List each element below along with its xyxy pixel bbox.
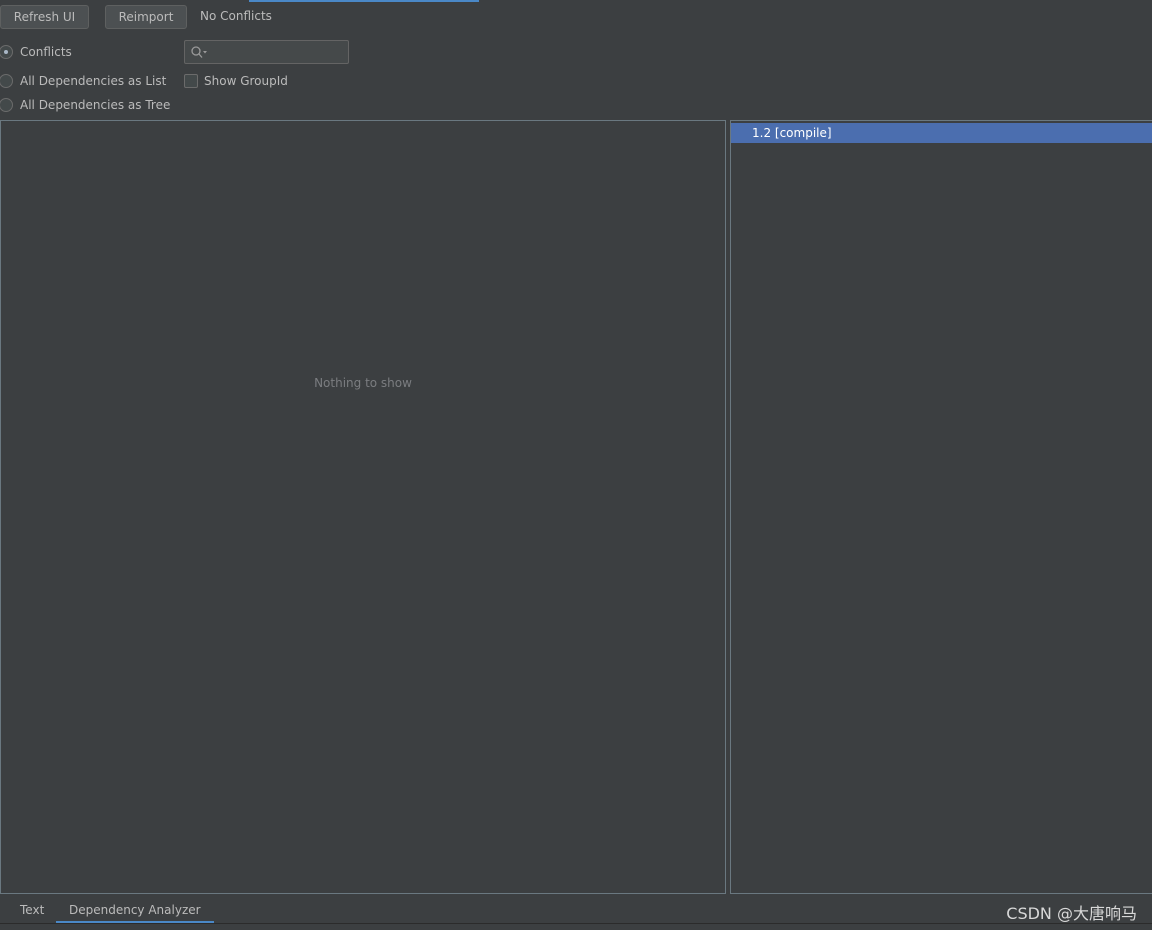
bottom-tab-bar: Text Dependency Analyzer CSDN @大唐响马 — [0, 894, 1152, 930]
radio-button-icon[interactable] — [0, 98, 13, 112]
radio-all-dependencies-list[interactable]: All Dependencies as List — [0, 72, 166, 90]
conflict-status-text: No Conflicts — [200, 9, 272, 23]
radio-label: All Dependencies as Tree — [20, 98, 171, 112]
radio-label: All Dependencies as List — [20, 74, 167, 88]
active-editor-tab-indicator — [249, 0, 479, 2]
checkbox-box[interactable] — [184, 74, 198, 88]
radio-button-icon[interactable] — [0, 74, 13, 88]
radio-conflicts[interactable]: Conflicts — [0, 43, 72, 61]
radio-all-dependencies-tree[interactable]: All Dependencies as Tree — [0, 96, 170, 114]
search-icon[interactable] — [190, 45, 208, 59]
conflicts-list-pane[interactable]: Nothing to show — [0, 120, 726, 894]
divider — [0, 923, 1152, 924]
refresh-ui-button[interactable]: Refresh UI — [0, 5, 89, 29]
radio-label: Conflicts — [20, 45, 72, 59]
radio-button-icon[interactable] — [0, 45, 13, 59]
tab-text[interactable]: Text — [20, 902, 44, 924]
watermark: CSDN @大唐响马 — [1006, 904, 1137, 923]
search-field[interactable] — [184, 40, 349, 64]
empty-state-text: Nothing to show — [314, 376, 412, 390]
list-item[interactable]: 1.2 [compile] — [731, 123, 1152, 143]
dependency-versions-pane[interactable]: 1.2 [compile] — [730, 120, 1152, 894]
checkbox-label: Show GroupId — [204, 74, 288, 88]
reimport-button[interactable]: Reimport — [105, 5, 187, 29]
dependency-analyzer-window: Refresh UI Reimport No Conflicts Conflic… — [0, 0, 1152, 930]
tab-dependency-analyzer[interactable]: Dependency Analyzer — [56, 902, 214, 924]
search-input[interactable] — [209, 43, 344, 61]
show-groupid-checkbox[interactable]: Show GroupId — [184, 72, 288, 90]
